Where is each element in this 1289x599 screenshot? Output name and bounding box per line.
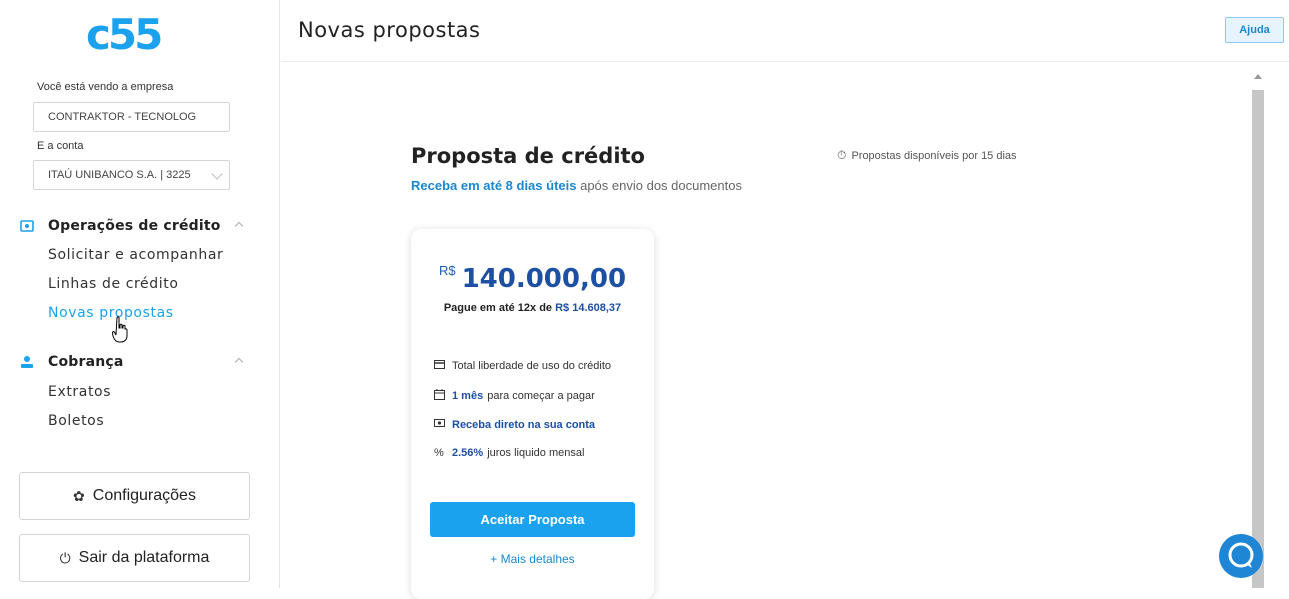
installment-value: R$ 14.608,37 <box>555 302 622 314</box>
scroll-up-arrow-icon[interactable] <box>1254 74 1262 79</box>
nav-extratos[interactable]: Extratos <box>48 384 111 400</box>
section-credit-operations[interactable]: Operações de crédito <box>20 216 260 236</box>
chevron-down-icon <box>211 168 223 180</box>
company-select[interactable]: CONTRAKTOR - TECNOLOG <box>33 102 230 132</box>
page-title: Novas propostas <box>298 18 481 42</box>
main-content: Proposta de crédito Receba em até 8 dias… <box>281 62 1289 599</box>
timer-icon: ⏱ <box>837 148 847 162</box>
account-select-value: ITAÚ UNIBANCO S.A. | 3225 <box>48 169 191 181</box>
company-label: Você está vendo a empresa <box>37 81 174 93</box>
gear-icon: ✿ <box>73 487 85 504</box>
feature-grace-period: 1 mês para começar a pagar <box>434 389 595 403</box>
chevron-up-icon <box>234 357 244 367</box>
person-icon <box>20 355 34 369</box>
feature-free-use-text: Total liberdade de uso do crédito <box>452 360 611 372</box>
feature-grace-text: para começar a pagar <box>487 390 595 402</box>
scroll-thumb[interactable] <box>1252 90 1264 588</box>
proposal-title: Proposta de crédito <box>411 144 645 168</box>
calendar-icon <box>434 389 446 403</box>
installment-prefix: Pague em até 12x de <box>443 302 553 314</box>
amount-value: 140.000,00 <box>461 264 627 294</box>
logout-button[interactable]: ⏻ Sair da plataforma <box>19 534 250 582</box>
subtitle-rest: após envio dos documentos <box>576 178 742 193</box>
scrollbar[interactable] <box>1250 68 1266 588</box>
chat-button[interactable] <box>1219 534 1263 578</box>
installment-line: Pague em até 12x de R$ 14.608,37 <box>411 302 654 314</box>
header: Novas propostas Ajuda <box>281 0 1289 62</box>
feature-grace-bold: 1 mês <box>452 390 484 402</box>
currency-symbol: R$ <box>438 263 456 278</box>
feature-interest: % 2.56% juros liquido mensal <box>434 447 584 459</box>
feature-free-use: Total liberdade de uso do crédito <box>434 360 611 372</box>
percent-icon: % <box>434 447 444 459</box>
money-icon <box>434 418 446 431</box>
offer-card: R$ 140.000,00 Pague em até 12x de R$ 14.6… <box>411 229 654 599</box>
nav-linhas-credito[interactable]: Linhas de crédito <box>48 276 179 292</box>
settings-button[interactable]: ✿ Configurações <box>19 472 250 520</box>
hand-cursor-icon <box>112 316 128 343</box>
feature-deposit-bold: Receba direto na sua conta <box>452 418 596 431</box>
section-cobranca-label: Cobrança <box>48 354 124 370</box>
logo[interactable]: c55 <box>86 14 163 56</box>
help-button[interactable]: Ajuda <box>1225 17 1284 43</box>
availability-text: Propostas disponíveis por 15 dias <box>851 150 1017 162</box>
chevron-up-icon <box>234 221 244 231</box>
availability-note: ⏱ Propostas disponíveis por 15 dias <box>837 148 1017 163</box>
section-cobranca[interactable]: Cobrança <box>20 352 260 372</box>
offer-amount: R$ 140.000,00 <box>411 263 654 294</box>
logout-label: Sair da plataforma <box>78 549 210 566</box>
power-icon: ⏻ <box>59 549 71 566</box>
settings-label: Configurações <box>92 487 196 504</box>
feature-direct-deposit: Receba direto na sua conta <box>434 418 599 431</box>
subtitle-highlight: Receba em até 8 dias úteis <box>411 178 577 193</box>
feature-interest-text: juros liquido mensal <box>487 447 585 459</box>
account-select[interactable]: ITAÚ UNIBANCO S.A. | 3225 <box>33 160 230 190</box>
account-label: E a conta <box>37 140 84 152</box>
chat-bubble-icon <box>1228 542 1254 568</box>
nav-boletos[interactable]: Boletos <box>48 413 104 429</box>
company-select-value: CONTRAKTOR - TECNOLOG <box>48 111 197 123</box>
sidebar: c55 Você está vendo a empresa CONTRAKTOR… <box>0 0 280 588</box>
nav-solicitar[interactable]: Solicitar e acompanhar <box>48 247 223 263</box>
accept-proposal-button[interactable]: Aceitar Proposta <box>430 502 635 537</box>
proposal-subtitle: Receba em até 8 dias úteis após envio do… <box>411 178 742 193</box>
nav-novas-propostas[interactable]: Novas propostas <box>48 305 174 321</box>
more-details-link[interactable]: + Mais detalhes <box>411 552 654 566</box>
section-credit-operations-label: Operações de crédito <box>48 218 221 234</box>
card-icon <box>434 360 446 372</box>
feature-interest-bold: 2.56% <box>452 447 484 459</box>
money-icon <box>20 219 34 233</box>
